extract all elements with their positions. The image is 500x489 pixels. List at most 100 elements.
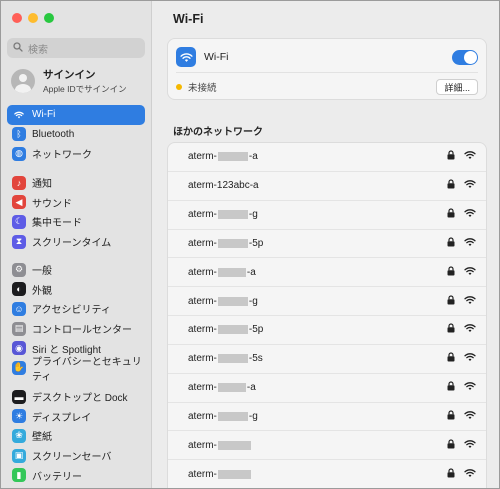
search-placeholder: 検索 — [28, 44, 48, 56]
network-row[interactable]: aterm- — [168, 431, 486, 461]
close-button[interactable] — [12, 13, 22, 23]
wifi-signal-icon — [464, 179, 476, 192]
sidebar-item-display[interactable]: ☀ ディスプレイ — [7, 407, 145, 427]
network-name-prefix: aterm- — [188, 353, 217, 365]
network-name-prefix: aterm- — [188, 209, 217, 221]
sidebar-item-label: ネットワーク — [32, 150, 92, 162]
sidebar-item-accessibility[interactable]: ☺ アクセシビリティ — [7, 299, 145, 319]
details-button[interactable]: 詳細... — [436, 79, 478, 95]
network-name-prefix: aterm- — [188, 324, 217, 336]
network-row[interactable]: aterm- -g — [168, 287, 486, 317]
sidebar-item-globe[interactable]: ◍ ネットワーク — [7, 144, 145, 164]
hourglass-icon: ⧗ — [12, 234, 26, 249]
moon-icon: ☾ — [12, 214, 26, 229]
lock-icon — [447, 150, 455, 163]
network-row[interactable]: aterm- -5p — [168, 230, 486, 259]
zoom-button[interactable] — [44, 13, 54, 23]
network-name-suffix: -a — [246, 382, 256, 394]
network-row[interactable]: aterm- -g — [168, 403, 486, 432]
appearance-icon: ◐ — [12, 282, 26, 297]
sidebar-item-label: Wi-Fi — [32, 109, 56, 121]
hand-icon: ✋ — [12, 360, 26, 375]
redacted-block — [217, 412, 248, 422]
network-row[interactable]: aterm- — [168, 460, 486, 488]
sidebar-item-label: 一般 — [32, 266, 52, 278]
dock-icon: ▬ — [12, 389, 26, 404]
redacted-block — [217, 440, 251, 450]
network-name-suffix: -5p — [248, 324, 264, 336]
lock-icon — [447, 468, 455, 481]
network-row[interactable]: aterm-123abc-a — [168, 172, 486, 201]
redacted-block — [217, 152, 248, 162]
network-icons — [447, 323, 476, 336]
sidebar-item-wallpaper[interactable]: ❀ 壁紙 — [7, 426, 145, 446]
sidebar-group-network: Wi-Fi ᛒ Bluetooth ◍ ネットワーク — [7, 105, 145, 164]
sidebar-item-speaker[interactable]: ◀ サウンド — [7, 193, 145, 213]
sidebar-item-hand[interactable]: ✋ プライバシーとセキュリティ — [7, 357, 145, 383]
sidebar-item-label: 壁紙 — [32, 432, 52, 444]
main-pane: Wi-Fi Wi-Fi 未接続 詳細... ほかのネットワーク aterm- -a… — [153, 1, 499, 488]
sidebar-item-label: コントロールセンター — [32, 325, 132, 337]
lock-icon — [447, 266, 455, 279]
page-title: Wi-Fi — [173, 12, 204, 26]
network-name: aterm- -5p — [188, 238, 447, 249]
network-name: aterm- -a — [188, 382, 447, 393]
network-name: aterm- -g — [188, 411, 447, 422]
redacted-block — [217, 238, 248, 248]
sidebar-item-label: 集中モード — [32, 218, 82, 230]
search-icon — [13, 41, 23, 55]
sidebar-item-bluetooth[interactable]: ᛒ Bluetooth — [7, 125, 145, 145]
network-icons — [447, 150, 476, 163]
lock-icon — [447, 323, 455, 336]
network-row[interactable]: aterm- -a — [168, 143, 486, 172]
network-name-prefix: aterm- — [188, 295, 217, 307]
redacted-block — [217, 469, 251, 479]
network-name-prefix: aterm- — [188, 411, 217, 423]
display-icon: ☀ — [12, 409, 26, 424]
avatar — [11, 69, 35, 93]
network-list: aterm- -a aterm-123abc-a aterm- -g aterm- -5p a… — [167, 142, 487, 488]
sidebar-item-label: Bluetooth — [32, 128, 75, 140]
gear-icon: ⚙ — [12, 262, 26, 277]
redacted-block — [217, 296, 248, 306]
wifi-signal-icon — [464, 266, 476, 279]
search-field[interactable]: 検索 — [7, 38, 145, 58]
network-row[interactable]: aterm- -a — [168, 374, 486, 403]
network-icons — [447, 410, 476, 423]
network-row[interactable]: aterm- -5p — [168, 316, 486, 345]
redacted-block — [217, 210, 248, 220]
network-row[interactable]: aterm- -g — [168, 201, 486, 230]
sidebar-item-hourglass[interactable]: ⧗ スクリーンタイム — [7, 232, 145, 252]
sidebar-item-bell[interactable]: ♪ 通知 — [7, 173, 145, 193]
network-row[interactable]: aterm- -5s — [168, 345, 486, 374]
speaker-icon: ◀ — [12, 195, 26, 210]
signin-subtitle: Apple IDでサインイン — [43, 84, 127, 94]
network-name-suffix: -g — [248, 411, 258, 423]
sidebar-item-moon[interactable]: ☾ 集中モード — [7, 212, 145, 232]
sidebar-item-screensaver[interactable]: ▣ スクリーンセーバ — [7, 446, 145, 466]
sidebar-item-battery[interactable]: ▮ バッテリー — [7, 465, 145, 485]
sidebar-item-control-center[interactable]: ▤ コントロールセンター — [7, 319, 145, 339]
apple-id-signin[interactable]: サインイン Apple IDでサインイン — [11, 67, 145, 95]
network-name-prefix: aterm- — [188, 237, 217, 249]
siri-icon: ◉ — [12, 341, 26, 356]
sidebar-item-gear[interactable]: ⚙ 一般 — [7, 260, 145, 280]
minimize-button[interactable] — [28, 13, 38, 23]
wifi-signal-icon — [464, 352, 476, 365]
lock-icon — [447, 352, 455, 365]
network-name: aterm- -g — [188, 209, 447, 220]
network-name: aterm- — [188, 440, 447, 451]
network-name-prefix: aterm- — [188, 382, 217, 394]
wifi-toggle[interactable] — [452, 49, 478, 65]
network-name-prefix: aterm- — [188, 151, 217, 163]
sidebar-item-appearance[interactable]: ◐ 外観 — [7, 280, 145, 300]
sidebar-item-label: アクセシビリティ — [32, 305, 111, 317]
network-row[interactable]: aterm- -a — [168, 258, 486, 288]
wifi-signal-icon — [464, 439, 476, 452]
sidebar-item-label: バッテリー — [32, 471, 82, 483]
sidebar-item-dock[interactable]: ▬ デスクトップと Dock — [7, 387, 145, 407]
wifi-card: Wi-Fi 未接続 詳細... — [167, 38, 487, 100]
sidebar-item-wifi[interactable]: Wi-Fi — [7, 105, 145, 125]
sidebar-item-label: ディスプレイ — [32, 412, 92, 424]
wifi-signal-icon — [464, 410, 476, 423]
